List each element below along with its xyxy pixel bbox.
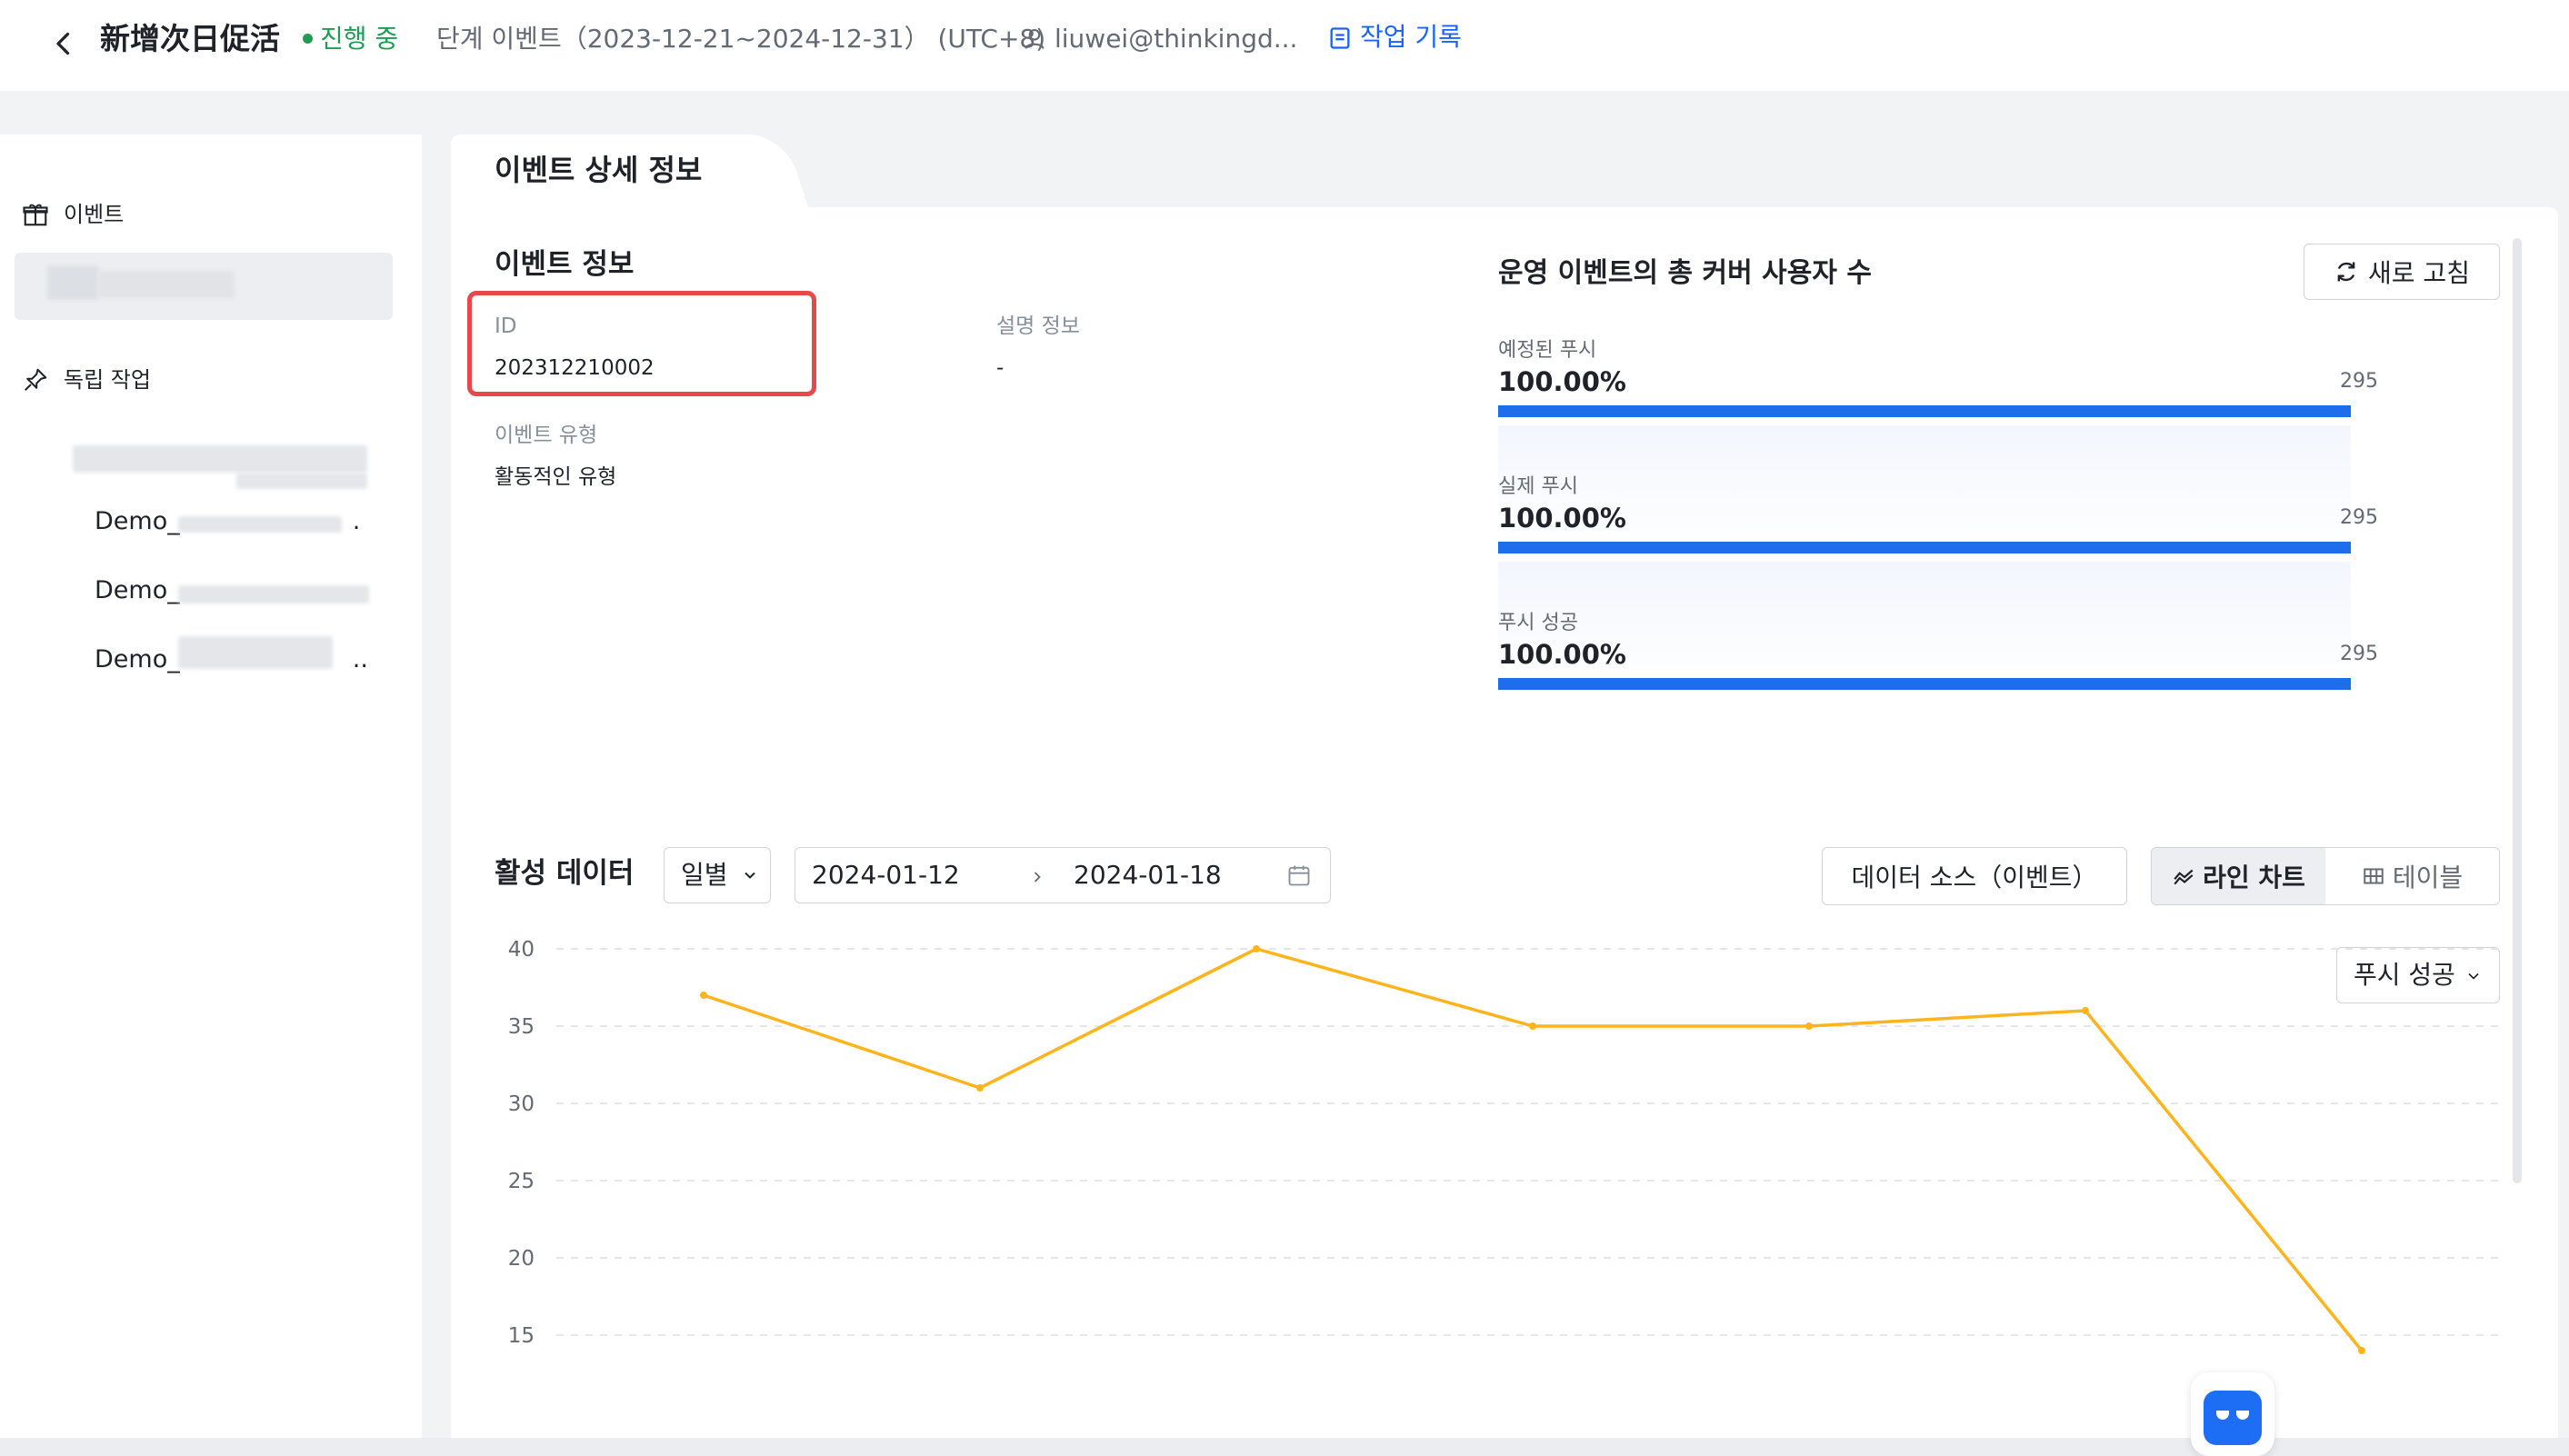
description-label: 설명 정보	[996, 314, 1080, 338]
status-text: 진행 중	[320, 24, 399, 54]
coverage-label-success: 푸시 성공	[1498, 612, 1578, 634]
document-icon[interactable]	[1327, 25, 1353, 51]
main-content: 이벤트 상세 정보 이벤트 정보 ID 202312210002 설명 정보 -…	[451, 135, 2558, 1443]
redacted-block	[236, 473, 367, 489]
coverage-bar-actual	[1498, 542, 2351, 553]
refresh-button[interactable]: 새로 고침	[2304, 244, 2500, 300]
sidebar-tasks-label: 독립 작업	[64, 367, 151, 393]
sidebar-item-selected-event[interactable]	[15, 253, 393, 320]
redacted-block	[98, 271, 235, 298]
data-source-button[interactable]: 데이터 소스（이벤트）	[1822, 847, 2127, 905]
coverage-count-actual: 295	[2340, 506, 2378, 529]
task-item-suffix: .	[352, 507, 361, 535]
id-label: ID	[495, 314, 517, 338]
task-item-label: Demo_	[95, 645, 180, 673]
pin-icon	[25, 368, 47, 391]
id-value: 202312210002	[495, 356, 655, 380]
date-end[interactable]: 2024-01-18	[1074, 848, 1222, 903]
refresh-icon	[2337, 262, 2355, 282]
data-point[interactable]	[1805, 1022, 1813, 1030]
data-point[interactable]	[1253, 945, 1260, 952]
coverage-label-actual: 실제 푸시	[1498, 475, 1578, 498]
sidebar-task-item[interactable]: Demo_	[95, 573, 180, 609]
coverage-title: 운영 이벤트의 총 커버 사용자 수	[1498, 257, 1873, 289]
y-tick-label: 20	[508, 1247, 535, 1271]
data-source-label: 데이터 소스（이벤트）	[1851, 863, 2098, 893]
status-badge: 진행 중	[303, 20, 398, 58]
detail-panel: 이벤트 정보 ID 202312210002 설명 정보 - 이벤트 유형 활동…	[451, 207, 2558, 1443]
status-dot-icon	[303, 33, 313, 44]
activity-line-chart: 40 35 30 25 20 15	[508, 938, 2502, 1354]
series-line	[703, 947, 2364, 1352]
view-toggle: 라인 차트 테이블	[2151, 847, 2500, 905]
task-item-label: Demo_	[95, 507, 180, 535]
line-chart-icon	[2174, 869, 2194, 885]
chevron-left-icon[interactable]	[47, 27, 80, 60]
operation-log-link[interactable]: 작업 기록	[1360, 18, 1462, 56]
coverage-bar-fill	[1498, 542, 2351, 553]
y-tick-label: 35	[508, 1015, 535, 1039]
top-bar: 新增次日促活 진행 중 단계 이벤트（2023-12-21~2024-12-31…	[0, 0, 2569, 91]
data-point[interactable]	[976, 1084, 984, 1092]
scrollbar[interactable]	[2513, 238, 2522, 1183]
date-start[interactable]: 2024-01-12	[812, 860, 960, 890]
coverage-bar-fill	[1498, 405, 2351, 417]
sidebar-section-tasks[interactable]: 독립 작업	[22, 364, 151, 396]
bottom-strip	[0, 1438, 2569, 1456]
y-tick-label: 40	[508, 938, 535, 962]
page-title: 新增次日促活	[100, 21, 280, 56]
user-icon	[1025, 29, 1045, 49]
activity-title: 활성 데이터	[495, 857, 635, 890]
data-point[interactable]	[1529, 1022, 1536, 1030]
coverage-percent-actual: 100.00%	[1498, 503, 1626, 534]
coverage-percent-scheduled: 100.00%	[1498, 366, 1626, 397]
event-type-value: 활동적인 유형	[495, 465, 617, 489]
redacted-block	[47, 265, 98, 300]
data-point[interactable]	[2358, 1347, 2365, 1354]
line-chart-toggle[interactable]: 라인 차트	[2152, 848, 2325, 904]
event-info-title: 이벤트 정보	[495, 248, 635, 281]
sidebar-events-label: 이벤트	[64, 202, 125, 227]
y-tick-label: 25	[508, 1170, 535, 1193]
robot-icon	[2204, 1391, 2262, 1445]
task-item-label: Demo_	[95, 576, 180, 604]
coverage-bar-success	[1498, 678, 2351, 690]
event-meta: 단계 이벤트（2023-12-21~2024-12-31） (UTC+8)	[436, 24, 1046, 54]
data-point[interactable]	[700, 992, 707, 999]
granularity-select[interactable]: 일별	[664, 847, 771, 903]
chevron-right-icon	[1034, 872, 1041, 883]
coverage-bar-scheduled	[1498, 405, 2351, 417]
data-point[interactable]	[2082, 1007, 2089, 1014]
redacted-block	[178, 516, 342, 533]
coverage-label-scheduled: 예정된 푸시	[1498, 339, 1597, 362]
date-range-picker[interactable]: 2024-01-12 2024-01-18	[795, 847, 1331, 903]
granularity-value: 일별	[681, 860, 728, 890]
owner-email: liuwei@thinkingd...	[1055, 24, 1298, 54]
redacted-block	[178, 636, 333, 669]
tab-event-detail[interactable]: 이벤트 상세 정보	[451, 135, 760, 207]
assistant-button[interactable]	[2191, 1372, 2274, 1456]
table-icon	[2364, 868, 2384, 884]
y-tick-label: 15	[508, 1324, 535, 1348]
sidebar: 이벤트 독립 작업 Demo_. Demo_ Demo_..	[0, 135, 422, 1443]
coverage-count-scheduled: 295	[2340, 370, 2378, 393]
redacted-block	[73, 445, 367, 473]
table-toggle[interactable]: 테이블	[2325, 848, 2499, 904]
event-type-label: 이벤트 유형	[495, 424, 598, 447]
chevron-down-icon	[745, 872, 755, 879]
calendar-icon	[1288, 865, 1310, 886]
line-chart-label: 라인 차트	[2203, 863, 2305, 893]
refresh-label: 새로 고침	[2368, 258, 2470, 288]
sidebar-section-events[interactable]: 이벤트	[22, 198, 124, 231]
coverage-count-success: 295	[2340, 643, 2378, 665]
description-value: -	[996, 356, 1005, 380]
redacted-block	[178, 585, 369, 603]
table-label: 테이블	[2392, 863, 2464, 893]
coverage-percent-success: 100.00%	[1498, 639, 1626, 670]
y-tick-label: 30	[508, 1092, 535, 1116]
gift-icon	[23, 204, 48, 226]
coverage-bar-fill	[1498, 678, 2351, 690]
tab-label: 이벤트 상세 정보	[495, 153, 703, 187]
task-item-suffix: ..	[352, 645, 368, 673]
